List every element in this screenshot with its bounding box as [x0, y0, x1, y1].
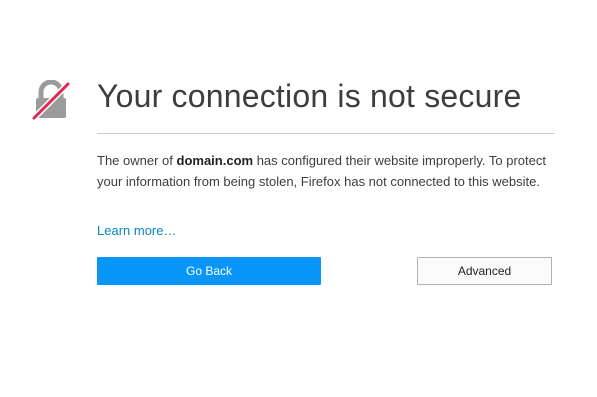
domain-name: domain.com [176, 153, 254, 168]
broken-lock-icon [32, 80, 70, 120]
go-back-button[interactable]: Go Back [97, 257, 321, 285]
advanced-button[interactable]: Advanced [417, 257, 552, 285]
error-page: Your connection is not secure The owner … [0, 0, 597, 397]
learn-more-link[interactable]: Learn more… [97, 223, 176, 238]
description-prefix: The owner of [97, 153, 177, 168]
error-description: The owner of domain.com has configured t… [97, 150, 552, 192]
page-title: Your connection is not secure [97, 78, 522, 114]
title-divider [97, 133, 555, 134]
